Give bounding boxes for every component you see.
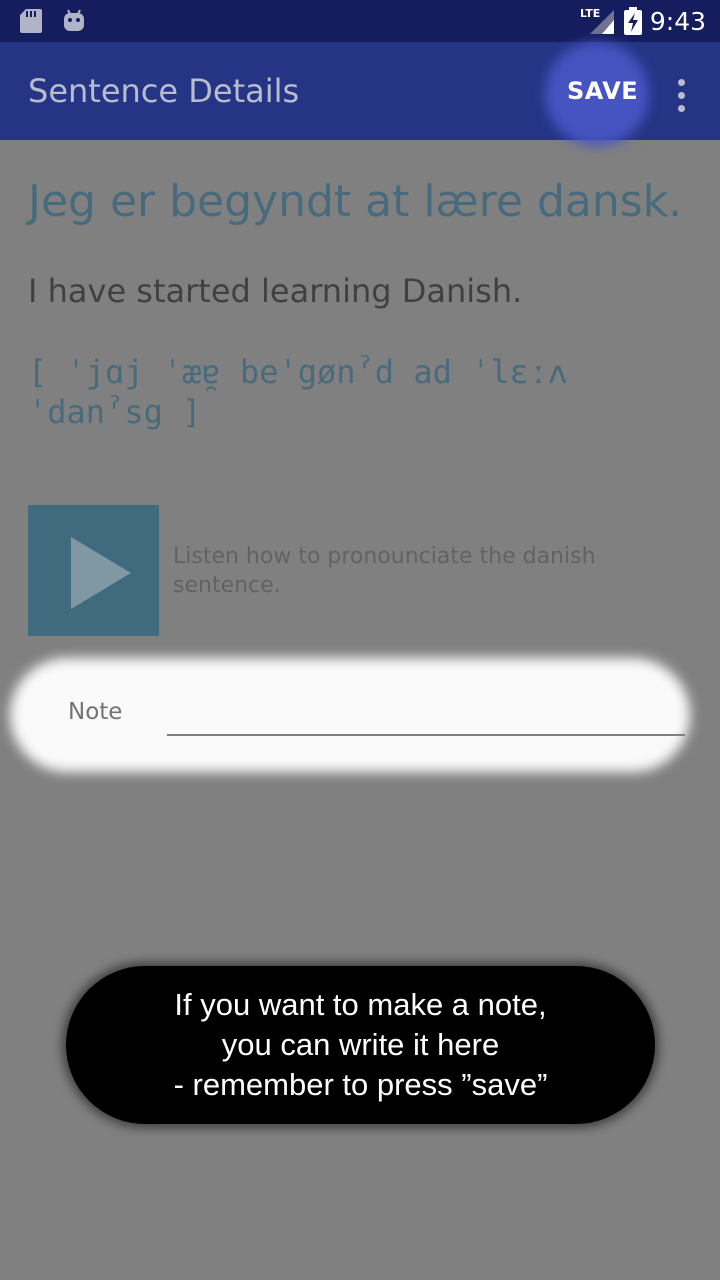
signal-icon: LTE: [580, 7, 614, 34]
danish-sentence: Jeg er begyndt at lære dansk.: [28, 176, 683, 227]
note-input[interactable]: [167, 694, 685, 736]
phonetic-line-1: [ ˈjɑj ˈæɐ̯ beˈgønˀd ad ˈlɛːʌ: [28, 353, 568, 391]
phonetic-transcription: [ ˈjɑj ˈæɐ̯ beˈgønˀd ad ˈlɛːʌ ˈdanˀsg ]: [28, 352, 588, 432]
tooltip-line-1: If you want to make a note,: [174, 987, 547, 1022]
status-bar: LTE 9:43: [0, 0, 720, 42]
audio-caption: Listen how to pronounciate the danish se…: [173, 544, 596, 598]
save-button-highlight[interactable]: SAVE: [567, 77, 638, 105]
battery-charging-icon: [623, 7, 642, 35]
svg-text:LTE: LTE: [580, 7, 600, 20]
sd-card-icon: [20, 9, 42, 33]
play-audio-button[interactable]: [28, 505, 159, 636]
phonetic-line-2: ˈdanˀsg ]: [28, 393, 202, 431]
note-label: Note: [68, 699, 123, 725]
tooltip-line-3: - remember to press ”save”: [173, 1067, 548, 1102]
page-title: Sentence Details: [28, 72, 300, 110]
android-icon: [64, 9, 84, 31]
more-vert-icon[interactable]: [666, 76, 696, 116]
status-clock: 9:43: [649, 6, 706, 36]
play-icon: [71, 537, 131, 609]
tutorial-tooltip: If you want to make a note, you can writ…: [66, 966, 655, 1124]
english-translation: I have started learning Danish.: [28, 272, 523, 310]
tooltip-line-2: you can write it here: [221, 1027, 500, 1062]
